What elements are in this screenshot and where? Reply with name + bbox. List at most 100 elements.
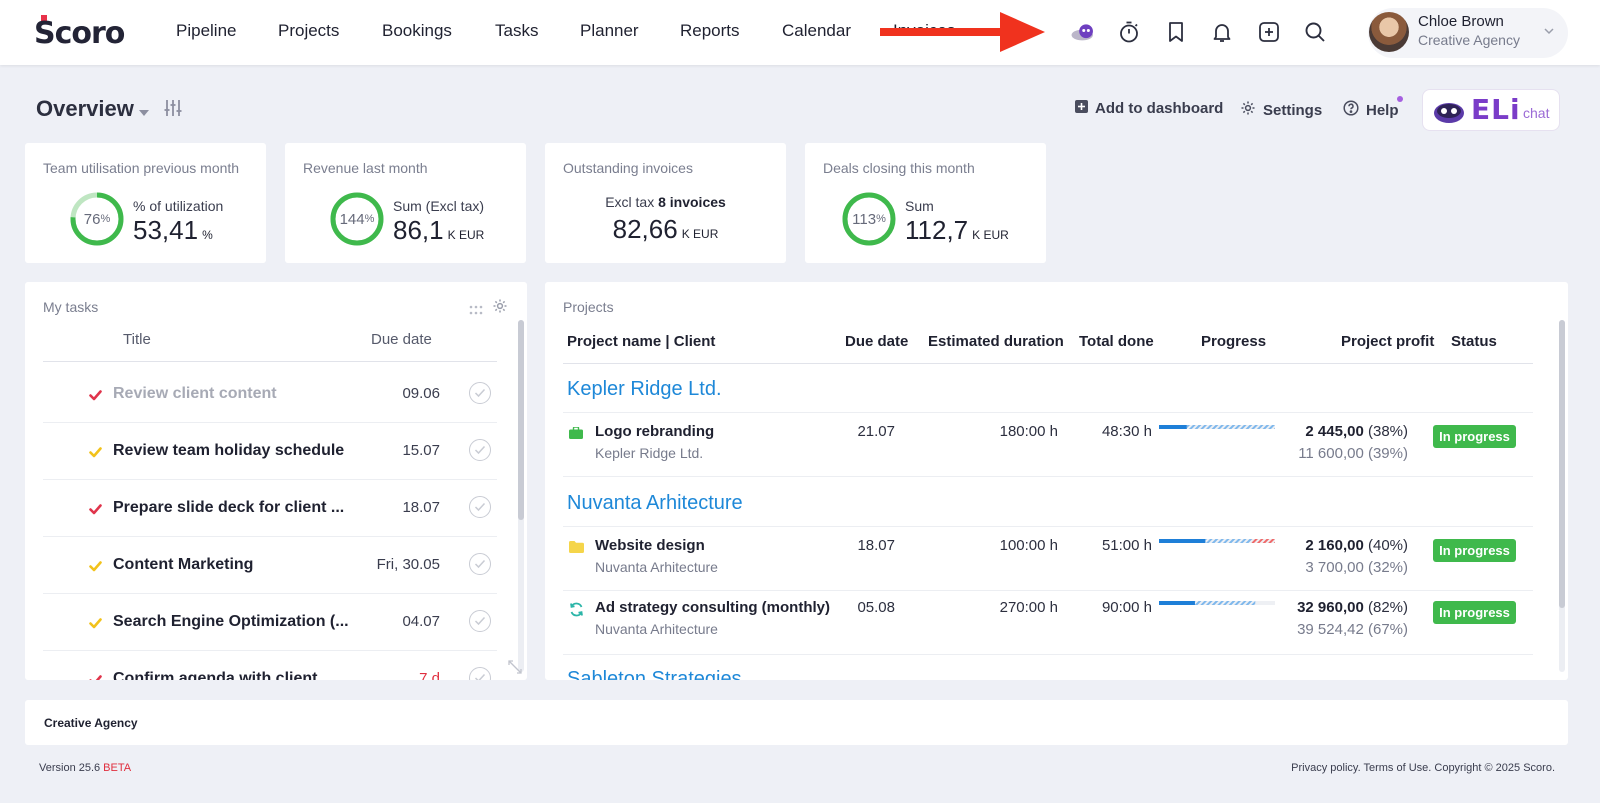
add-square-icon[interactable]	[1256, 19, 1282, 45]
deals-ring: 113%	[841, 191, 897, 247]
column-due-date[interactable]: Due date	[371, 331, 432, 348]
kpi-value: 112,7	[905, 215, 969, 245]
scrollbar-thumb[interactable]	[1559, 320, 1565, 608]
task-row[interactable]: Search Engine Optimization (... 04.07	[43, 594, 497, 651]
kpi-team-utilisation[interactable]: Team utilisation previous month 76% % of…	[25, 143, 266, 263]
kpi-title: Deals closing this month	[823, 160, 975, 176]
help-button[interactable]: Help	[1343, 100, 1399, 120]
add-to-dashboard-label: Add to dashboard	[1095, 100, 1224, 117]
kpi-label: Excl tax	[605, 194, 655, 210]
footer-bar: Creative Agency	[25, 700, 1568, 745]
version-label: Version 25.6	[39, 762, 101, 774]
task-title[interactable]: Search Engine Optimization (...	[113, 613, 349, 631]
nav-projects[interactable]: Projects	[278, 21, 339, 41]
nav-pipeline[interactable]: Pipeline	[176, 21, 237, 41]
project-due-date: 21.07	[857, 423, 895, 440]
user-menu[interactable]: Chloe Brown Creative Agency	[1368, 8, 1568, 58]
project-row[interactable]: Logo rebranding Kepler Ridge Ltd. 21.07 …	[545, 413, 1545, 475]
nav-planner[interactable]: Planner	[580, 21, 639, 41]
nav-reports[interactable]: Reports	[680, 21, 740, 41]
scrollbar-thumb[interactable]	[518, 320, 524, 520]
project-name[interactable]: Ad strategy consulting (monthly)	[595, 599, 830, 616]
briefcase-icon	[569, 426, 583, 444]
project-row[interactable]: Website design Nuvanta Arhitecture 18.07…	[545, 527, 1545, 589]
resize-icon[interactable]	[508, 660, 522, 679]
sliders-icon[interactable]	[163, 98, 183, 123]
complete-task-button[interactable]	[469, 667, 491, 680]
status-badge[interactable]: In progress	[1433, 601, 1516, 624]
kpi-revenue-last-month[interactable]: Revenue last month 144% Sum (Excl tax) 8…	[285, 143, 526, 263]
status-badge[interactable]: In progress	[1433, 425, 1516, 448]
priority-check-icon	[89, 559, 102, 577]
caret-down-icon[interactable]	[139, 105, 149, 123]
column-total-done[interactable]: Total done	[1079, 333, 1154, 350]
revenue-ring: 144%	[329, 191, 385, 247]
column-progress[interactable]: Progress	[1201, 333, 1266, 350]
avatar	[1369, 12, 1409, 52]
task-row[interactable]: Review team holiday schedule 15.07	[43, 423, 497, 480]
folder-icon	[569, 540, 584, 558]
task-due-date: 7 d	[419, 670, 440, 680]
ring-unit: %	[100, 213, 111, 225]
scoro-logo[interactable]: Scoro	[34, 15, 126, 47]
search-icon[interactable]	[1302, 19, 1328, 45]
ring-unit: %	[364, 213, 375, 225]
status-badge[interactable]: In progress	[1433, 539, 1516, 562]
column-status[interactable]: Status	[1451, 333, 1497, 350]
client-group-link[interactable]: Nuvanta Arhitecture	[567, 492, 743, 515]
page-title[interactable]: Overview	[36, 96, 134, 122]
projects-scrollbar[interactable]	[1559, 320, 1565, 672]
client-group-link[interactable]: Sableton Strategies	[567, 668, 742, 680]
kpi-label: Sum (Excl tax)	[393, 198, 485, 214]
check-icon	[474, 616, 486, 626]
task-row[interactable]: Confirm agenda with client 7 d	[43, 651, 497, 680]
complete-task-button[interactable]	[469, 439, 491, 461]
bookmark-icon[interactable]	[1163, 19, 1189, 45]
settings-button[interactable]: Settings	[1240, 100, 1322, 120]
nav-tasks[interactable]: Tasks	[495, 21, 538, 41]
project-name[interactable]: Website design	[595, 537, 705, 554]
tasks-scrollbar[interactable]	[518, 320, 524, 672]
task-row[interactable]: Content Marketing Fri, 30.05	[43, 537, 497, 594]
column-project-name[interactable]: Project name | Client	[567, 333, 715, 350]
top-bar: Scoro Pipeline Projects Bookings Tasks P…	[0, 0, 1600, 65]
project-row[interactable]: Ad strategy consulting (monthly) Nuvanta…	[545, 591, 1545, 653]
tasks-table-header: Title Due date	[43, 328, 497, 362]
stopwatch-icon[interactable]	[1116, 19, 1142, 45]
complete-task-button[interactable]	[469, 553, 491, 575]
project-name[interactable]: Logo rebranding	[595, 423, 714, 440]
column-title[interactable]: Title	[123, 331, 151, 348]
kpi-unit: K EUR	[681, 227, 719, 241]
task-title[interactable]: Review client content	[113, 385, 277, 403]
complete-task-button[interactable]	[469, 496, 491, 518]
gear-icon[interactable]	[492, 298, 508, 319]
task-due-date: 15.07	[402, 442, 440, 459]
complete-task-button[interactable]	[469, 610, 491, 632]
kpi-deals-closing[interactable]: Deals closing this month 113% Sum 112,7 K…	[805, 143, 1046, 263]
nav-calendar[interactable]: Calendar	[782, 21, 851, 41]
legal-links[interactable]: Privacy policy. Terms of Use. Copyright …	[1291, 762, 1555, 774]
client-group-link[interactable]: Kepler Ridge Ltd.	[567, 378, 722, 401]
add-to-dashboard-button[interactable]: Add to dashboard	[1075, 100, 1223, 117]
task-title[interactable]: Review team holiday schedule	[113, 442, 344, 460]
kpi-value: 82,66	[612, 214, 678, 244]
task-row[interactable]: Prepare slide deck for client ... 18.07	[43, 480, 497, 537]
complete-task-button[interactable]	[469, 382, 491, 404]
column-due-date[interactable]: Due date	[845, 333, 908, 350]
column-project-profit[interactable]: Project profit	[1341, 333, 1434, 350]
nav-bookings[interactable]: Bookings	[382, 21, 452, 41]
task-row[interactable]: Review client content 09.06	[43, 366, 497, 423]
kpi-outstanding-invoices[interactable]: Outstanding invoices Excl tax 8 invoices…	[545, 143, 786, 263]
task-title[interactable]: Content Marketing	[113, 556, 253, 574]
bell-icon[interactable]	[1209, 19, 1235, 45]
ring-value: 113	[852, 210, 877, 228]
task-due-date: 04.07	[402, 613, 440, 630]
drag-handle-icon[interactable]	[469, 302, 483, 320]
scoro-logo-mark: Scoro	[34, 15, 126, 47]
task-title[interactable]: Confirm agenda with client	[113, 670, 317, 680]
task-title[interactable]: Prepare slide deck for client ...	[113, 499, 344, 517]
progress-bar	[1159, 601, 1275, 605]
eli-chat-button[interactable]: ELi chat	[1422, 89, 1560, 131]
eli-assistant-icon[interactable]	[1070, 19, 1096, 45]
column-estimated-duration[interactable]: Estimated duration	[928, 333, 1064, 350]
